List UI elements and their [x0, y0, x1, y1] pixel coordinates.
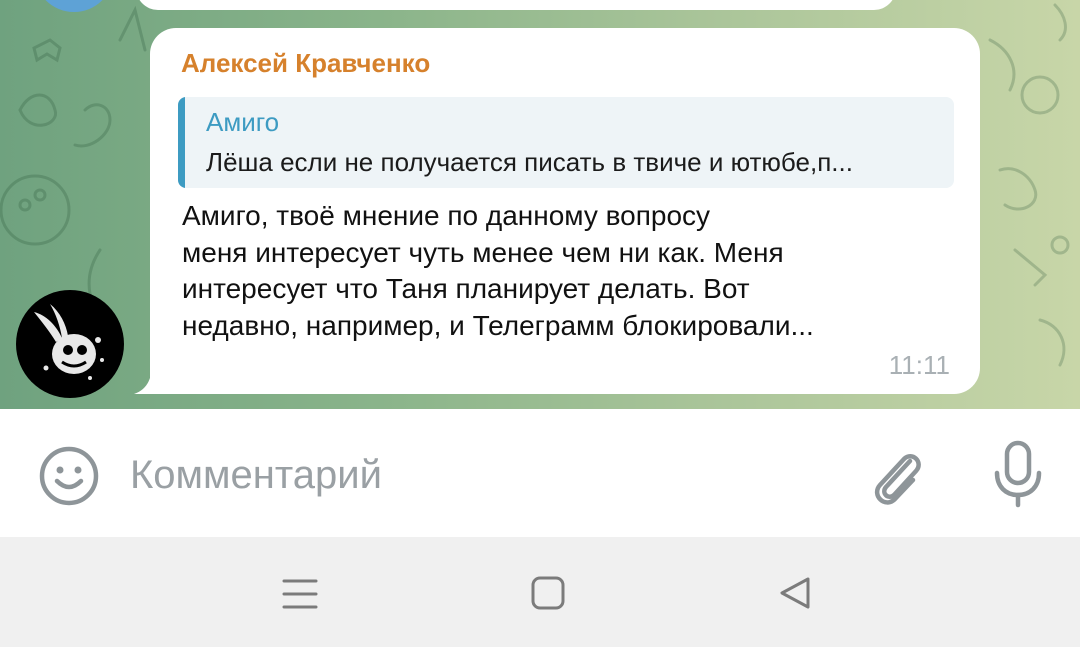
message-time: 11:11 — [888, 350, 950, 380]
rabbit-avatar-icon — [34, 304, 104, 380]
microphone-icon[interactable] — [990, 439, 1046, 509]
message-text: Амиго, твоё мнение по данному вопросу ме… — [182, 200, 814, 341]
system-navigation-bar — [0, 537, 1080, 647]
paperclip-icon[interactable] — [866, 443, 928, 509]
message-bubble[interactable]: Алексей Кравченко Амиго Лёша если не пол… — [150, 28, 980, 394]
smile-icon[interactable] — [38, 445, 100, 507]
menu-lines-icon[interactable] — [280, 577, 320, 611]
comment-input[interactable] — [130, 447, 830, 503]
chat-background: Алексей Кравченко Амиго Лёша если не пол… — [0, 0, 1080, 409]
reply-preview[interactable]: Амиго Лёша если не получается писать в т… — [178, 97, 954, 188]
reply-accent-bar — [178, 97, 185, 188]
reply-text: Лёша если не получается писать в твиче и… — [206, 147, 853, 177]
sender-name[interactable]: Алексей Кравченко — [181, 48, 430, 79]
comment-bar — [0, 409, 1080, 537]
sender-avatar[interactable] — [16, 290, 124, 398]
triangle-back-icon[interactable] — [776, 575, 814, 611]
square-icon[interactable] — [530, 575, 566, 611]
reply-author: Амиго — [206, 107, 280, 137]
previous-message-bubble[interactable] — [136, 0, 896, 10]
